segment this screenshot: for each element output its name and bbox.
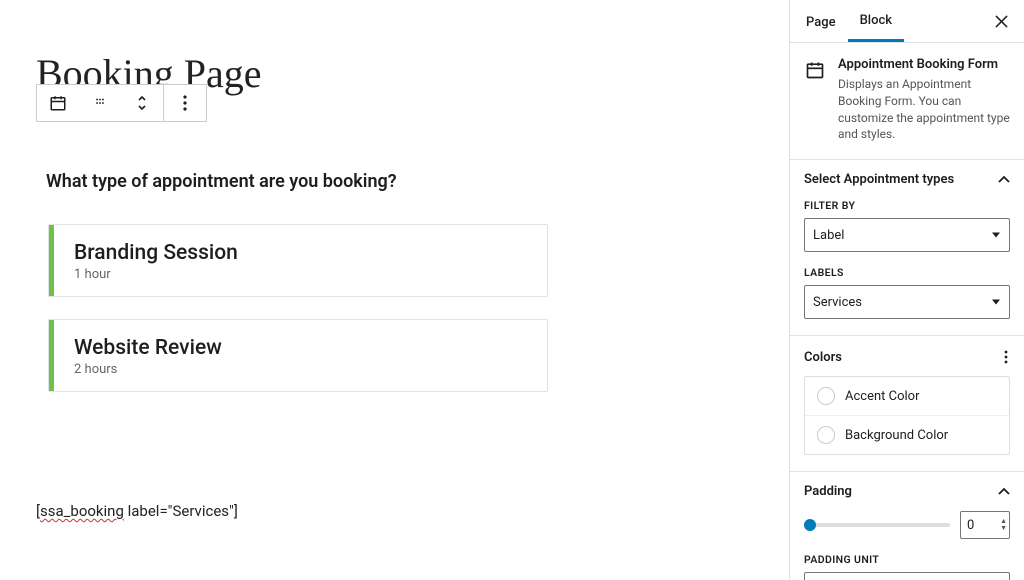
panel-header[interactable]: Select Appointment types xyxy=(804,172,1010,187)
appointment-card[interactable]: Branding Session 1 hour xyxy=(48,224,548,297)
move-updown-icon[interactable] xyxy=(121,85,163,121)
swatch-icon xyxy=(817,387,835,405)
panel-header[interactable]: Padding xyxy=(804,484,1010,499)
background-color-row[interactable]: Background Color xyxy=(805,415,1009,454)
block-description: Appointment Booking Form Displays an App… xyxy=(790,43,1024,160)
appointment-title: Website Review xyxy=(74,336,222,360)
calendar-icon[interactable] xyxy=(37,85,79,121)
appointment-card[interactable]: Website Review 2 hours xyxy=(48,319,548,392)
tab-block[interactable]: Block xyxy=(848,0,904,42)
close-icon[interactable] xyxy=(983,5,1020,38)
more-options-icon[interactable] xyxy=(164,85,206,121)
labels-select[interactable]: Services xyxy=(804,285,1010,319)
filter-by-label: FILTER BY xyxy=(804,199,1010,212)
appointment-list: Branding Session 1 hour Website Review 2… xyxy=(48,224,753,392)
drag-handle-icon[interactable] xyxy=(79,85,121,121)
padding-unit-select[interactable]: px xyxy=(804,572,1010,580)
block-title: Appointment Booking Form xyxy=(838,57,1010,72)
tab-page[interactable]: Page xyxy=(794,2,848,41)
calendar-icon xyxy=(804,59,826,81)
padding-slider[interactable] xyxy=(804,523,950,527)
labels-label: LABELS xyxy=(804,266,1010,279)
chevron-up-icon xyxy=(998,176,1010,184)
colors-title: Colors xyxy=(804,350,842,365)
panel-padding: Padding 0 ▲ ▼ PADDING UNIT px xyxy=(790,472,1024,580)
filter-by-select[interactable]: Label xyxy=(804,218,1010,252)
slider-knob[interactable] xyxy=(804,519,816,531)
accent-color-row[interactable]: Accent Color xyxy=(805,377,1009,415)
booking-prompt: What type of appointment are you booking… xyxy=(46,171,753,192)
block-toolbar xyxy=(36,84,207,122)
padding-unit-label: PADDING UNIT xyxy=(804,553,1010,566)
settings-sidebar: Page Block Appointment Booking Form Disp… xyxy=(789,0,1024,580)
appointment-duration: 2 hours xyxy=(74,362,222,377)
chevron-up-icon xyxy=(998,488,1010,496)
appointment-duration: 1 hour xyxy=(74,267,238,282)
shortcode-text[interactable]: [ssa_booking label="Services"] xyxy=(36,502,753,520)
block-desc-text: Displays an Appointment Booking Form. Yo… xyxy=(838,76,1010,143)
more-options-icon[interactable] xyxy=(1002,348,1010,366)
stepper-down-icon[interactable]: ▼ xyxy=(1000,525,1007,532)
panel-appointment-types: Select Appointment types FILTER BY Label… xyxy=(790,160,1024,336)
swatch-icon xyxy=(817,426,835,444)
editor-canvas: Booking Page xyxy=(0,0,789,580)
appointment-title: Branding Session xyxy=(74,241,238,265)
panel-colors: Colors Accent Color Background Color xyxy=(790,336,1024,472)
sidebar-tabs: Page Block xyxy=(790,0,1024,43)
padding-input[interactable]: 0 ▲ ▼ xyxy=(960,511,1010,539)
